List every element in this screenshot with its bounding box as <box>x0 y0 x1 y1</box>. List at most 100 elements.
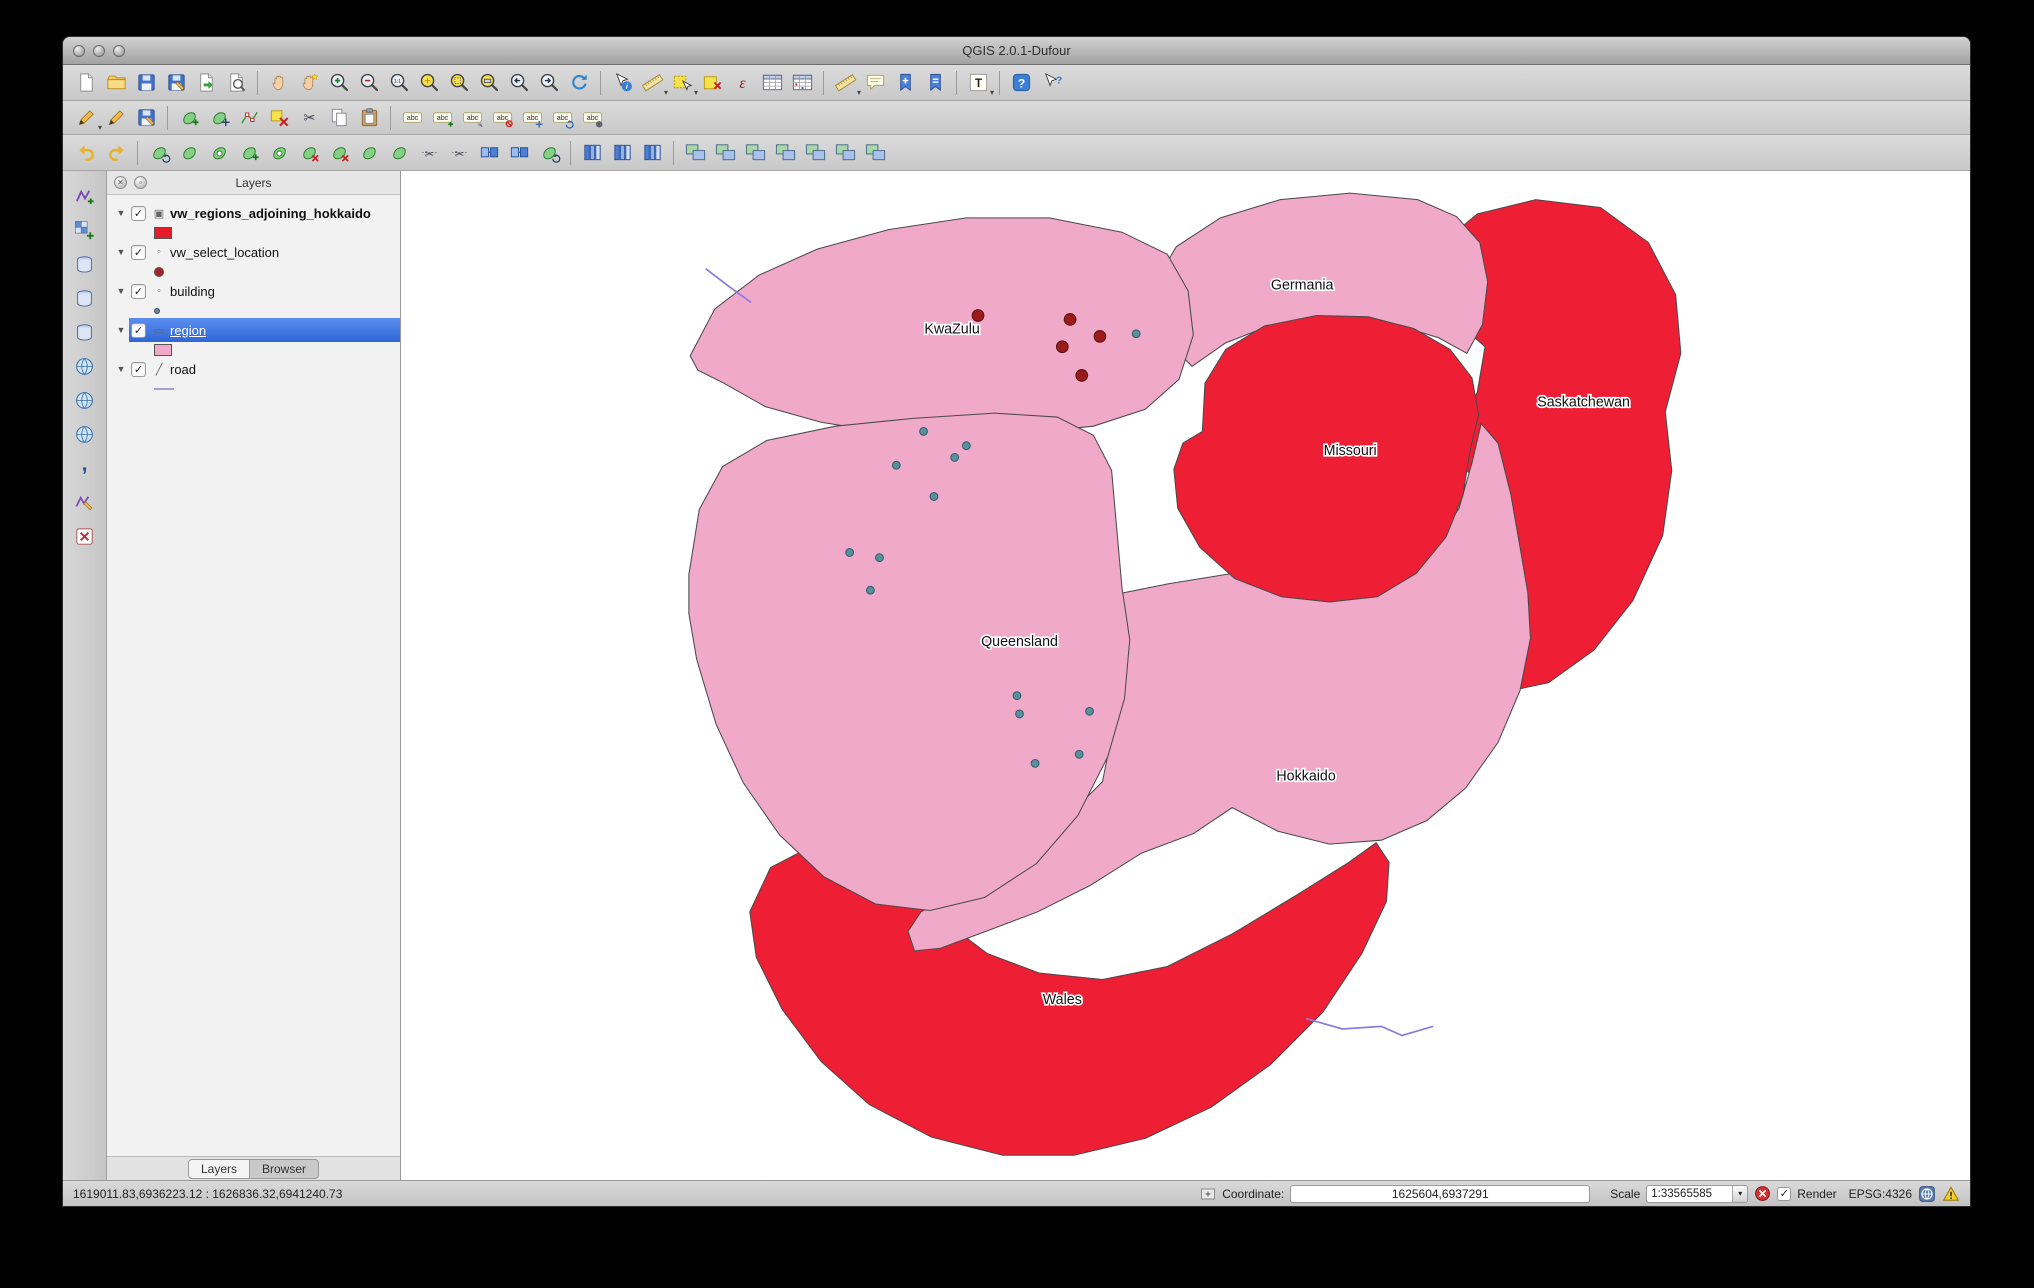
delete-selected-icon[interactable] <box>264 104 294 132</box>
help-contents-icon[interactable]: ? <box>1006 69 1036 97</box>
merge-selected-features-icon[interactable] <box>474 139 504 167</box>
move-feature-icon[interactable] <box>204 104 234 132</box>
title-bar[interactable]: QGIS 2.0.1-Dufour <box>63 37 1970 65</box>
layer-item-vw_select_location[interactable]: ▼ ✓ ◦ vw_select_location <box>107 240 400 264</box>
pan-to-selection-icon[interactable] <box>294 69 324 97</box>
open-attribute-table-icon[interactable] <box>757 69 787 97</box>
rotate-feature-icon[interactable] <box>144 139 174 167</box>
map-canvas[interactable]: KwaZulu Germania Missouri Saskatchewan Queen… <box>401 171 1970 1180</box>
panel-float-icon[interactable]: ▫ <box>134 176 147 189</box>
change-label-icon[interactable]: abc <box>577 104 607 132</box>
text-annotation-icon[interactable]: T ▾ <box>963 69 994 97</box>
add-feature-icon[interactable] <box>174 104 204 132</box>
add-vector-layer-icon[interactable] <box>70 182 100 210</box>
expand-arrow-icon[interactable]: ▼ <box>113 208 129 218</box>
undo-icon[interactable] <box>71 139 101 167</box>
map-data-tool-3-icon[interactable] <box>740 139 770 167</box>
labeling-icon[interactable]: abc <box>397 104 427 132</box>
layer-row-body[interactable]: ✓ ╱ road <box>129 357 400 381</box>
zoom-native-resolution-icon[interactable]: 1:1 <box>384 69 414 97</box>
save-layer-edits-icon[interactable] <box>131 104 161 132</box>
deselect-features-icon[interactable] <box>697 69 727 97</box>
rotate-point-symbols-icon[interactable] <box>534 139 564 167</box>
expand-arrow-icon[interactable]: ▼ <box>113 325 129 335</box>
render-checkbox[interactable]: ✓ <box>1777 1186 1792 1201</box>
new-bookmark-icon[interactable] <box>890 69 920 97</box>
layer-item-vw_regions_adjoining_hokkaido[interactable]: ▼ ✓ ▣ vw_regions_adjoining_hokkaido <box>107 201 400 225</box>
remove-layer-icon[interactable] <box>70 522 100 550</box>
layer-row-body[interactable]: ✓ ◦ vw_select_location <box>129 240 400 264</box>
expand-arrow-icon[interactable]: ▼ <box>113 364 129 374</box>
label-properties-icon[interactable]: abc <box>427 104 457 132</box>
coordinate-input[interactable] <box>1290 1184 1591 1203</box>
panel-close-icon[interactable]: ✕ <box>114 176 127 189</box>
map-data-tool-4-icon[interactable] <box>770 139 800 167</box>
map-data-tool-1-icon[interactable] <box>680 139 710 167</box>
new-project-icon[interactable] <box>71 69 101 97</box>
new-print-composer-icon[interactable] <box>191 69 221 97</box>
pan-map-icon[interactable] <box>264 69 294 97</box>
map-data-tool-2-icon[interactable] <box>710 139 740 167</box>
minimize-button[interactable] <box>93 44 105 57</box>
layer-row-body[interactable]: ✓ ◦ building <box>129 279 400 303</box>
show-bookmarks-icon[interactable] <box>920 69 950 97</box>
panel-tab-browser[interactable]: Browser <box>250 1158 320 1179</box>
close-button[interactable] <box>73 44 85 57</box>
new-shapefile-layer-icon[interactable] <box>70 488 100 516</box>
map-tips-icon[interactable] <box>860 69 890 97</box>
mouse-position-icon[interactable] <box>1200 1186 1216 1202</box>
merge-attributes-icon[interactable] <box>504 139 534 167</box>
zoom-button[interactable] <box>113 44 125 57</box>
layer-item-building[interactable]: ▼ ✓ ◦ building <box>107 279 400 303</box>
select-by-expression-icon[interactable]: ε <box>727 69 757 97</box>
add-part-icon[interactable] <box>234 139 264 167</box>
qgis-window[interactable]: QGIS 2.0.1-Dufour 1:1 i ▾ ▾ ε ▾ T ▾?? ▾ ✂ abc abc a… <box>62 36 1971 1207</box>
log-messages-icon[interactable] <box>1942 1185 1960 1203</box>
open-project-icon[interactable] <box>101 69 131 97</box>
delete-part-icon[interactable] <box>324 139 354 167</box>
toggle-editing-icon[interactable] <box>101 104 131 132</box>
simplify-feature-icon[interactable] <box>174 139 204 167</box>
redo-icon[interactable] <box>101 139 131 167</box>
split-parts-icon[interactable]: ✂ <box>444 139 474 167</box>
scale-combo[interactable]: 1:33565585 ▾ <box>1646 1184 1749 1203</box>
save-project-icon[interactable] <box>131 69 161 97</box>
zoom-to-selection-icon[interactable] <box>444 69 474 97</box>
select-features-icon[interactable]: ▾ <box>667 69 698 97</box>
paste-features-icon[interactable] <box>354 104 384 132</box>
current-edits-icon[interactable]: ▾ <box>71 104 102 132</box>
expand-arrow-icon[interactable]: ▼ <box>113 247 129 257</box>
composer-manager-icon[interactable] <box>221 69 251 97</box>
copy-features-icon[interactable] <box>324 104 354 132</box>
field-calculator-icon[interactable] <box>787 69 817 97</box>
save-project-as-icon[interactable] <box>161 69 191 97</box>
layer-visibility-checkbox[interactable]: ✓ <box>131 244 146 260</box>
add-mssql-layer-icon[interactable] <box>70 318 100 346</box>
add-delimited-text-layer-icon[interactable]: , <box>70 454 100 482</box>
zoom-out-icon[interactable] <box>354 69 384 97</box>
measure-line-icon[interactable]: ▾ <box>830 69 861 97</box>
add-wms-layer-icon[interactable] <box>70 352 100 380</box>
add-raster-layer-icon[interactable] <box>70 216 100 244</box>
map-data-tool-5-icon[interactable] <box>800 139 830 167</box>
delete-ring-icon[interactable] <box>294 139 324 167</box>
add-wfs-layer-icon[interactable] <box>70 420 100 448</box>
split-features-icon[interactable]: ✂ <box>414 139 444 167</box>
zoom-in-icon[interactable] <box>324 69 354 97</box>
layer-visibility-checkbox[interactable]: ✓ <box>131 205 146 221</box>
fill-ring-icon[interactable] <box>264 139 294 167</box>
whats-this-icon[interactable]: ? <box>1036 69 1066 97</box>
refresh-map-icon[interactable] <box>564 69 594 97</box>
pin-unpin-labels-icon[interactable]: abc <box>457 104 487 132</box>
layer-row-body[interactable]: ✓ ▣ vw_regions_adjoining_hokkaido <box>129 201 400 225</box>
zoom-full-extent-icon[interactable] <box>414 69 444 97</box>
measure-icon[interactable]: ▾ <box>637 69 668 97</box>
paste-style-icon[interactable] <box>607 139 637 167</box>
layer-item-road[interactable]: ▼ ✓ ╱ road <box>107 357 400 381</box>
duplicate-layer-icon[interactable] <box>637 139 667 167</box>
identify-features-icon[interactable]: i <box>607 69 637 97</box>
crs-status-icon[interactable] <box>1918 1185 1936 1203</box>
offset-curve-icon[interactable] <box>384 139 414 167</box>
expand-arrow-icon[interactable]: ▼ <box>113 286 129 296</box>
layer-item-region[interactable]: ▼ ✓ ▭ region <box>107 318 400 342</box>
